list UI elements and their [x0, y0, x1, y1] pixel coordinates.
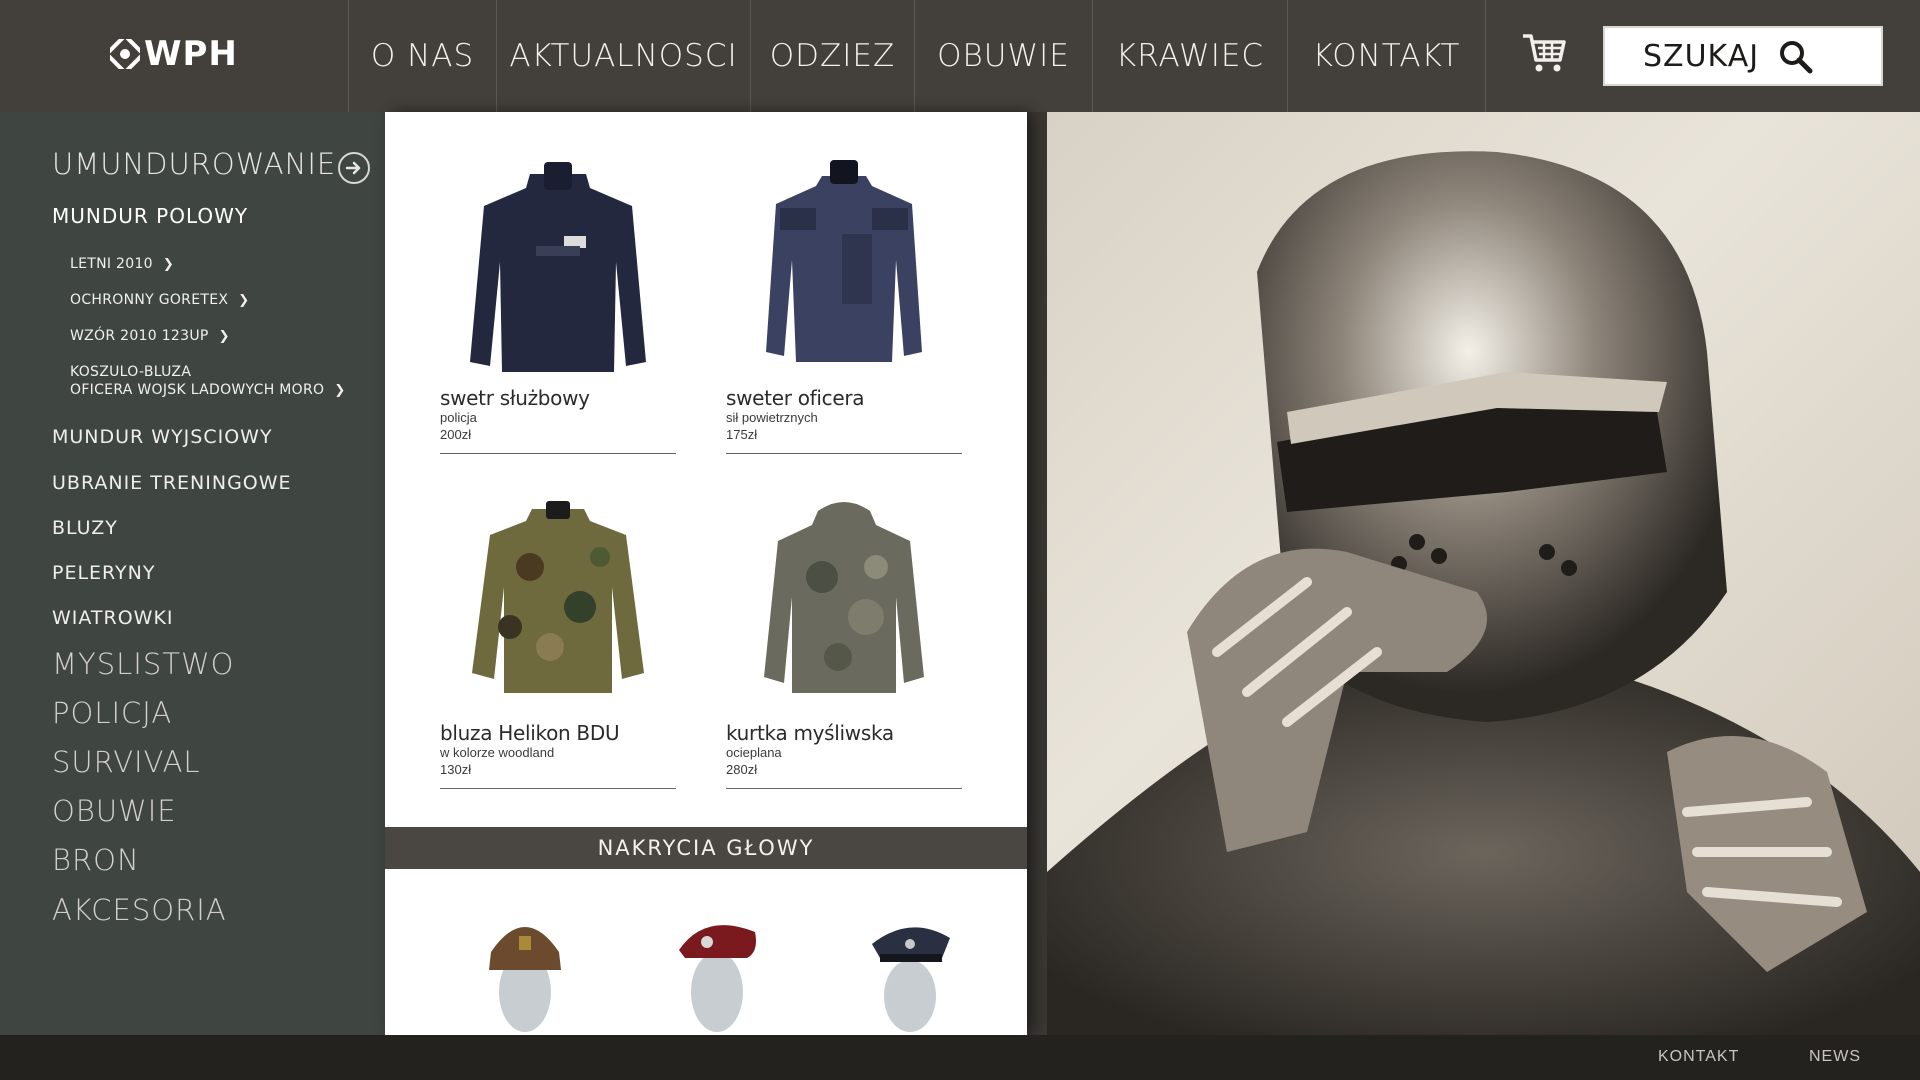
nav-item-aktualnosci[interactable]: AKTUALNOSCI: [496, 0, 750, 112]
subsub-label: OFICERA WOJSK LADOWYCH MORO: [70, 382, 325, 398]
category-obuwie[interactable]: OBUWIE: [52, 794, 177, 828]
subsub-oficera-moro[interactable]: OFICERA WOJSK LADOWYCH MORO ❯: [70, 382, 346, 398]
hat-peaked-cap-image[interactable]: [850, 892, 970, 1032]
divider: [440, 453, 676, 454]
product-price: 280zł: [726, 762, 758, 777]
product-image[interactable]: [726, 152, 962, 382]
chevron-right-icon: ❯: [162, 256, 175, 272]
subsub-label: KOSZULO-BLUZA: [70, 364, 192, 380]
main-nav: O NAS AKTUALNOSCI ODZIEZ OBUWIE KRAWIEC …: [348, 0, 1486, 112]
subsub-wzor-2010[interactable]: WZÓR 2010 123UP ❯: [70, 328, 230, 344]
product-image[interactable]: [440, 487, 676, 717]
divider: [726, 453, 962, 454]
product-panel: swetr służbowy policja 200zł sweter ofic…: [385, 112, 1027, 1035]
category-bron[interactable]: BRON: [52, 843, 140, 877]
chevron-right-icon: ❯: [218, 328, 230, 344]
hat-beret-image[interactable]: [655, 892, 775, 1032]
site-header: WPH O NAS AKTUALNOSCI ODZIEZ OBUWIE KRAW…: [0, 0, 1920, 112]
product-subtitle: policja: [440, 410, 477, 425]
category-myslistwo[interactable]: MYSLISTWO: [52, 647, 234, 681]
category-akcesoria[interactable]: AKCESORIA: [52, 893, 227, 927]
sub-mundur-polowy[interactable]: MUNDUR POLOWY: [52, 204, 248, 228]
product-name: bluza Helikon BDU: [440, 721, 620, 745]
expand-arrow-icon[interactable]: [338, 152, 370, 184]
sub-wiatrowki[interactable]: WIATROWKI: [52, 607, 174, 629]
product-price: 200zł: [440, 427, 472, 442]
product-card[interactable]: sweter oficera sił powietrznych 175zł: [726, 152, 962, 454]
product-subtitle: ocieplana: [726, 745, 782, 760]
product-subtitle: sił powietrznych: [726, 410, 818, 425]
hat-ushanka-image[interactable]: [465, 892, 585, 1032]
nav-item-krawiec[interactable]: KRAWIEC: [1092, 0, 1287, 112]
divider: [726, 788, 962, 789]
sub-ubranie-treningowe[interactable]: UBRANIE TRENINGOWE: [52, 472, 292, 494]
product-card[interactable]: kurtka myśliwska ocieplana 280zł: [726, 487, 962, 789]
subsub-label: WZÓR 2010 123UP: [70, 328, 209, 344]
section-title-headwear: NAKRYCIA GŁOWY: [385, 827, 1027, 869]
arrow-right-icon: [345, 161, 361, 175]
site-logo[interactable]: WPH: [110, 36, 238, 72]
category-survival[interactable]: SURVIVAL: [52, 745, 201, 779]
product-price: 130zł: [440, 762, 472, 777]
product-image[interactable]: [726, 487, 962, 717]
cart-icon[interactable]: [1520, 28, 1568, 76]
footer-link-news[interactable]: NEWS: [1809, 1048, 1861, 1066]
product-image[interactable]: [440, 152, 676, 382]
subsub-label: OCHRONNY GORETEX: [70, 292, 229, 308]
chevron-right-icon: ❯: [238, 292, 250, 308]
product-subtitle: w kolorze woodland: [440, 745, 555, 760]
product-card[interactable]: bluza Helikon BDU w kolorze woodland 130…: [440, 487, 676, 789]
nav-item-odziez[interactable]: ODZIEZ: [750, 0, 914, 112]
logo-text: WPH: [144, 34, 238, 74]
search-icon[interactable]: [1779, 40, 1813, 74]
logo-mark-icon: [110, 39, 140, 69]
product-name: sweter oficera: [726, 386, 865, 410]
subsub-letni-2010[interactable]: LETNI 2010 ❯: [70, 256, 174, 272]
product-price: 175zł: [726, 427, 758, 442]
site-footer: KONTAKT NEWS: [0, 1035, 1920, 1080]
subsub-koszulo-bluza[interactable]: KOSZULO-BLUZA: [70, 364, 191, 380]
sub-peleryny[interactable]: PELERYNY: [52, 562, 155, 584]
subsub-ochronny-goretex[interactable]: OCHRONNY GORETEX ❯: [70, 292, 249, 308]
product-card[interactable]: swetr służbowy policja 200zł: [440, 152, 676, 454]
subsub-label: LETNI 2010: [70, 256, 153, 272]
knight-photo: [1047, 151, 1920, 1035]
nav-item-obuwie[interactable]: OBUWIE: [914, 0, 1092, 112]
category-sidebar: UMUNDUROWANIE MUNDUR POLOWY LETNI 2010 ❯ …: [0, 112, 385, 1035]
search-label: SZUKAJ: [1643, 38, 1760, 74]
category-policja[interactable]: POLICJA: [52, 696, 172, 730]
divider: [440, 788, 676, 789]
product-name: swetr służbowy: [440, 386, 590, 410]
sub-bluzy[interactable]: BLUZY: [52, 517, 118, 539]
footer-link-kontakt[interactable]: KONTAKT: [1658, 1048, 1739, 1066]
nav-item-kontakt[interactable]: KONTAKT: [1287, 0, 1486, 112]
search-box[interactable]: SZUKAJ: [1603, 26, 1883, 86]
nav-item-o-nas[interactable]: O NAS: [348, 0, 496, 112]
hero-knight-image: [1047, 112, 1920, 1035]
chevron-right-icon: ❯: [334, 382, 346, 398]
category-umundurowanie[interactable]: UMUNDUROWANIE: [52, 147, 336, 181]
sub-mundur-wyjsciowy[interactable]: MUNDUR WYJSCIOWY: [52, 426, 273, 448]
product-name: kurtka myśliwska: [726, 721, 894, 745]
